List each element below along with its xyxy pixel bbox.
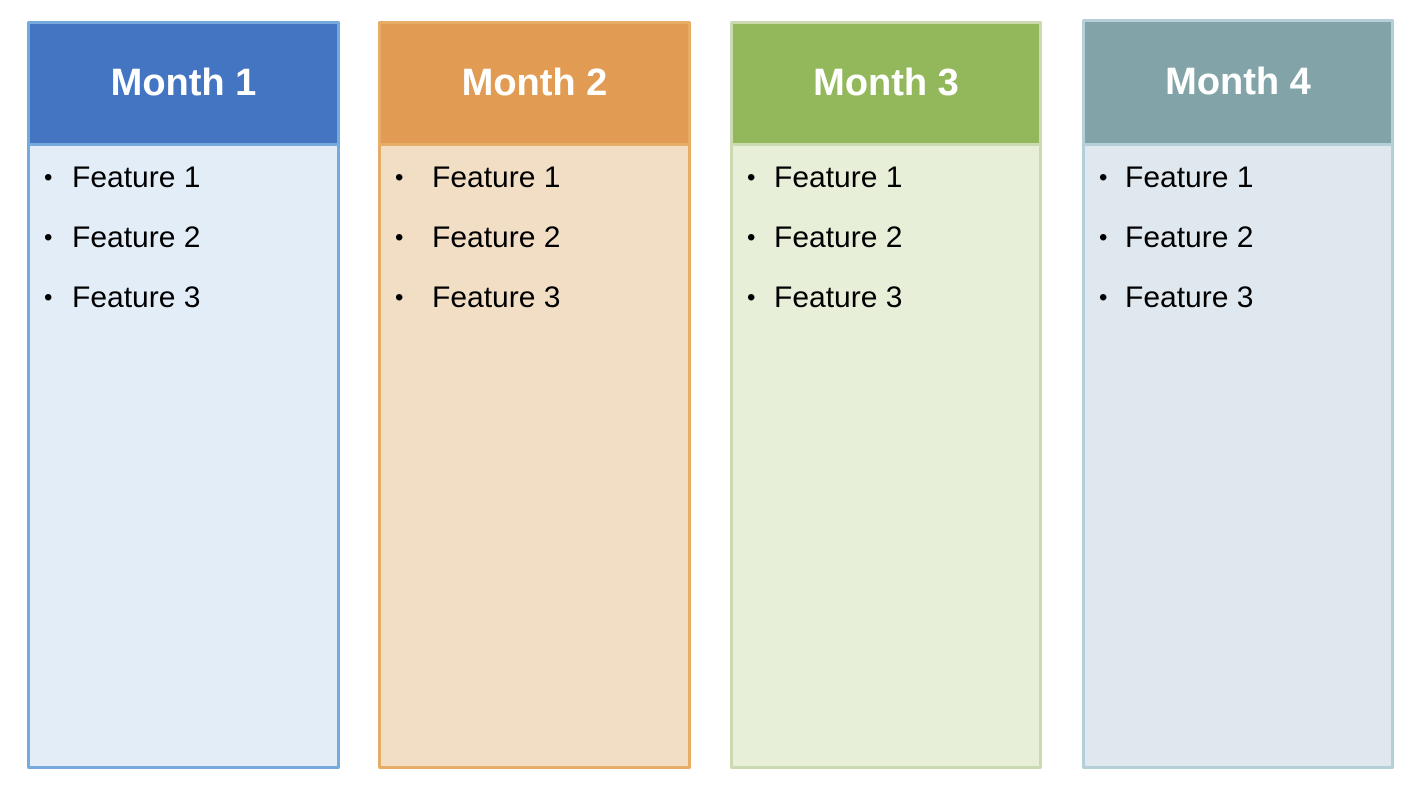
month-3-column: Month 3 • Feature 1 • Feature 2 • Feature 3	[730, 21, 1042, 769]
feature-label: Feature 1	[432, 161, 561, 194]
month-3-header: Month 3	[733, 24, 1039, 146]
feature-label: Feature 2	[432, 221, 561, 254]
list-item: • Feature 2	[1085, 218, 1391, 278]
list-item: • Feature 1	[1085, 158, 1391, 218]
list-item: • Feature 1	[733, 158, 1039, 218]
list-item: • Feature 3	[1085, 278, 1391, 338]
feature-label: Feature 3	[432, 281, 561, 314]
list-item: • Feature 1	[30, 158, 337, 218]
month-3-body: • Feature 1 • Feature 2 • Feature 3	[733, 146, 1039, 766]
bullet-icon: •	[395, 284, 404, 311]
feature-label: Feature 1	[774, 161, 903, 194]
list-item: • Feature 3	[733, 278, 1039, 338]
bullet-icon: •	[1099, 284, 1108, 311]
month-1-header: Month 1	[30, 24, 337, 146]
list-item: • Feature 2	[733, 218, 1039, 278]
bullet-icon: •	[44, 164, 53, 191]
month-2-column: Month 2 • Feature 1 • Feature 2 • Feature 3	[378, 21, 691, 769]
feature-label: Feature 1	[72, 161, 201, 194]
month-2-body: • Feature 1 • Feature 2 • Feature 3	[381, 146, 688, 766]
bullet-icon: •	[1099, 224, 1108, 251]
bullet-icon: •	[747, 284, 756, 311]
bullet-icon: •	[395, 224, 404, 251]
list-item: • Feature 3	[30, 278, 337, 338]
feature-label: Feature 3	[72, 281, 201, 314]
bullet-icon: •	[747, 164, 756, 191]
bullet-icon: •	[1099, 164, 1108, 191]
feature-label: Feature 2	[72, 221, 201, 254]
month-3-feature-list: • Feature 1 • Feature 2 • Feature 3	[733, 146, 1039, 338]
feature-label: Feature 1	[1125, 161, 1254, 194]
list-item: • Feature 1	[381, 158, 688, 218]
bullet-icon: •	[747, 224, 756, 251]
feature-label: Feature 3	[774, 281, 903, 314]
month-2-feature-list: • Feature 1 • Feature 2 • Feature 3	[381, 146, 688, 338]
bullet-icon: •	[44, 224, 53, 251]
month-4-feature-list: • Feature 1 • Feature 2 • Feature 3	[1085, 146, 1391, 338]
month-2-header: Month 2	[381, 24, 688, 146]
bullet-icon: •	[395, 164, 404, 191]
feature-label: Feature 3	[1125, 281, 1254, 314]
list-item: • Feature 2	[30, 218, 337, 278]
list-item: • Feature 3	[381, 278, 688, 338]
feature-label: Feature 2	[774, 221, 903, 254]
month-4-header: Month 4	[1085, 22, 1391, 146]
bullet-icon: •	[44, 284, 53, 311]
list-item: • Feature 2	[381, 218, 688, 278]
feature-label: Feature 2	[1125, 221, 1254, 254]
month-1-column: Month 1 • Feature 1 • Feature 2 • Feature 3	[27, 21, 340, 769]
month-4-column: Month 4 • Feature 1 • Feature 2 • Feature 3	[1082, 19, 1394, 769]
month-1-body: • Feature 1 • Feature 2 • Feature 3	[30, 146, 337, 766]
month-1-feature-list: • Feature 1 • Feature 2 • Feature 3	[30, 146, 337, 338]
month-4-body: • Feature 1 • Feature 2 • Feature 3	[1085, 146, 1391, 766]
